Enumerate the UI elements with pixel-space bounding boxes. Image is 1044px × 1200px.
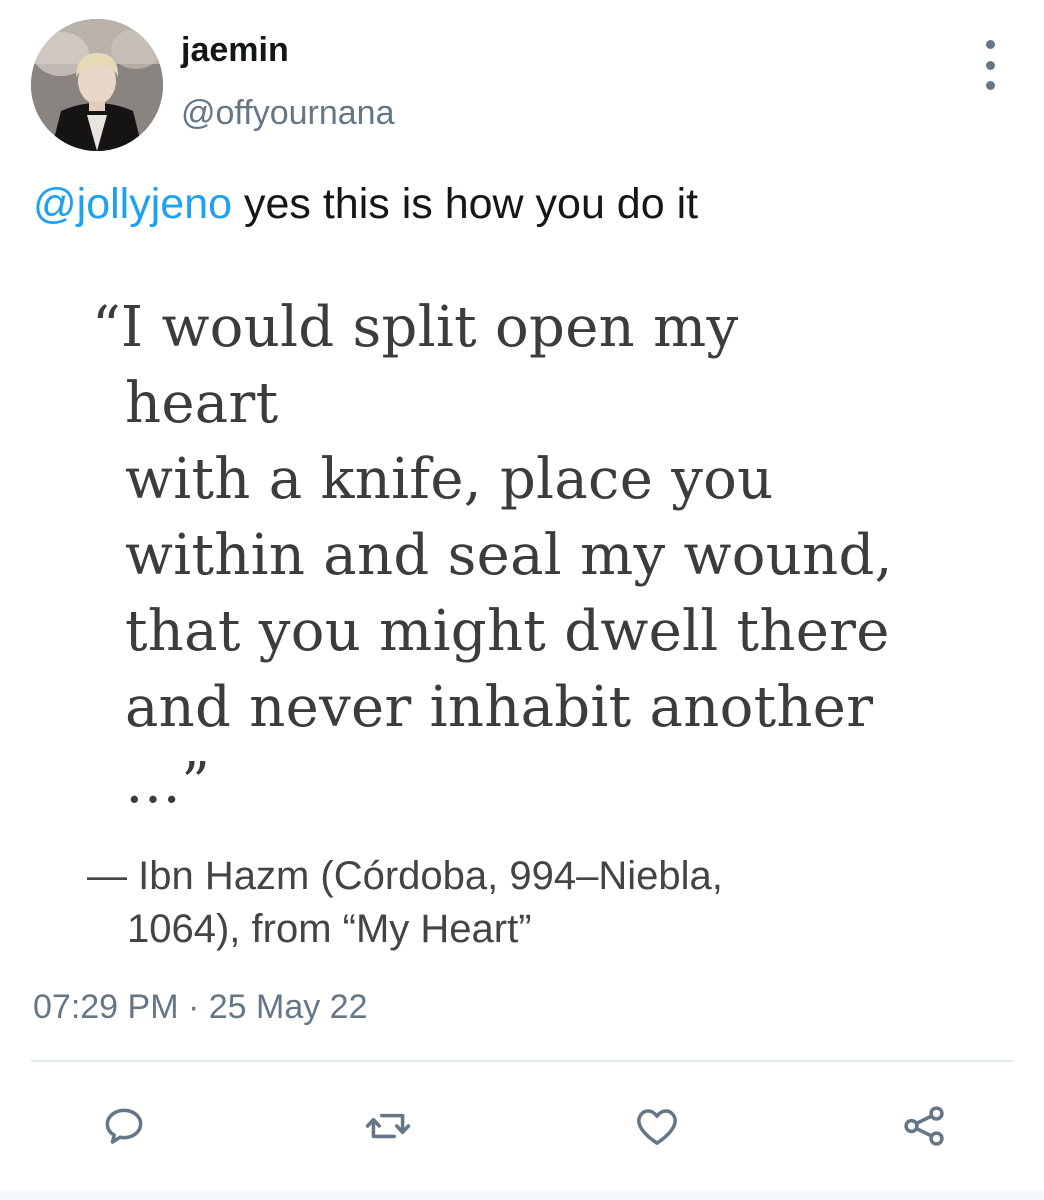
quote-line: within and seal my wound, bbox=[125, 523, 893, 588]
reply-button[interactable] bbox=[96, 1098, 152, 1154]
avatar[interactable] bbox=[31, 19, 163, 151]
tweet-card: jaemin @offyournana @jollyjeno yes this … bbox=[0, 0, 1044, 1200]
quote-line: …” bbox=[125, 751, 211, 816]
share-button[interactable] bbox=[896, 1098, 952, 1154]
attribution-line: — Ibn Hazm (Córdoba, 994–Niebla, bbox=[87, 854, 723, 898]
display-name[interactable]: jaemin bbox=[181, 30, 289, 70]
profile-photo-icon bbox=[31, 19, 163, 151]
quote-attribution: — Ibn Hazm (Córdoba, 994–Niebla, 1064), … bbox=[87, 850, 723, 956]
reply-icon bbox=[105, 1108, 143, 1144]
quote-line: and never inhabit another bbox=[125, 675, 874, 740]
user-handle[interactable]: @offyournana bbox=[181, 93, 394, 133]
card-bottom-edge bbox=[0, 1190, 1044, 1200]
divider bbox=[31, 1060, 1013, 1062]
tweet-text: @jollyjeno yes this is how you do it bbox=[33, 178, 698, 230]
more-dot-icon bbox=[985, 40, 995, 49]
action-bar bbox=[0, 1098, 1044, 1154]
retweet-icon bbox=[365, 1113, 411, 1139]
quote-line: with a knife, place you bbox=[125, 447, 774, 512]
heart-icon bbox=[637, 1109, 677, 1145]
share-icon bbox=[904, 1106, 944, 1146]
tweet-body: yes this is how you do it bbox=[232, 180, 699, 228]
more-dot-icon bbox=[985, 60, 995, 70]
quote-line: “I would split open my bbox=[92, 295, 739, 360]
mention-link[interactable]: @jollyjeno bbox=[33, 180, 232, 228]
quote-line: that you might dwell there bbox=[125, 599, 890, 664]
quote-line: heart bbox=[125, 371, 279, 436]
timestamp[interactable]: 07:29 PM · 25 May 22 bbox=[33, 985, 368, 1029]
attribution-line: 1064), from “My Heart” bbox=[127, 907, 532, 951]
like-button[interactable] bbox=[629, 1098, 685, 1154]
retweet-button[interactable] bbox=[360, 1098, 416, 1154]
quote-text: “I would split open my heart with a knif… bbox=[92, 290, 893, 822]
more-dot-icon bbox=[985, 81, 995, 90]
more-options-button[interactable] bbox=[972, 40, 1008, 90]
